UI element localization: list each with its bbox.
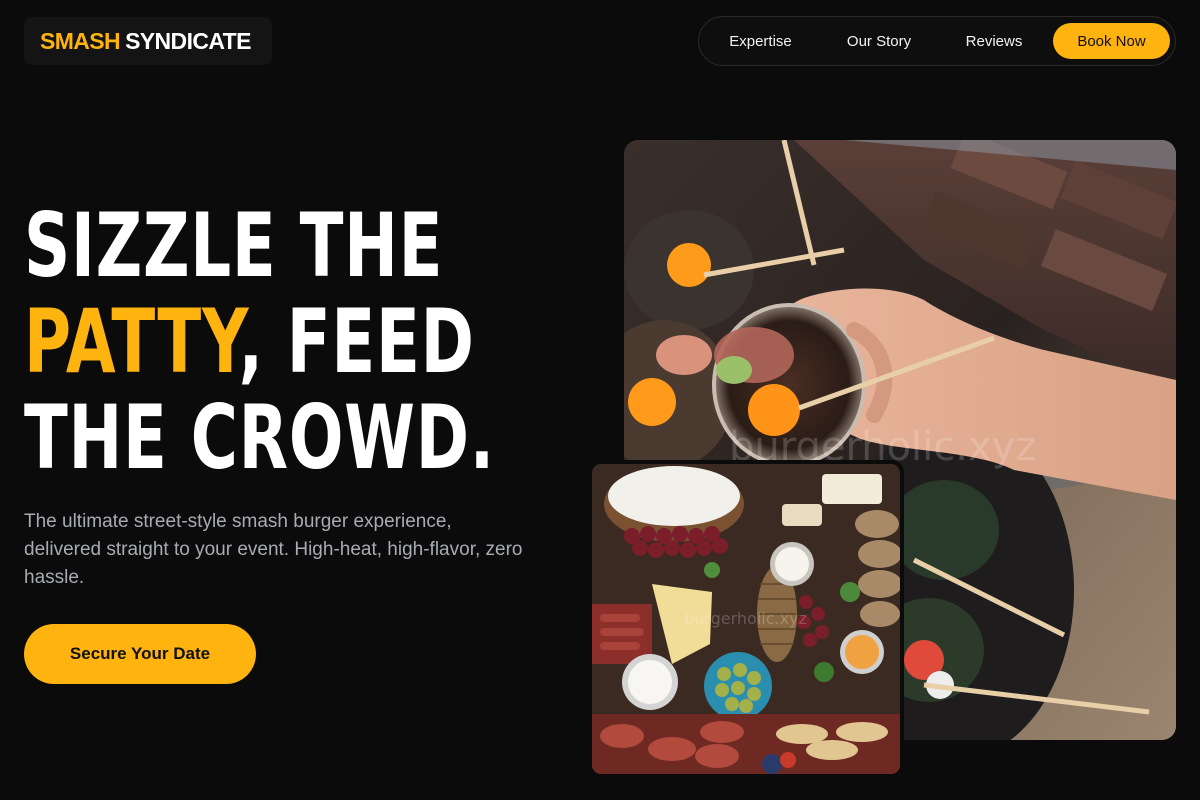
- main-nav: Expertise Our Story Reviews Book Now: [698, 16, 1176, 66]
- photo-charcuterie-board-icon: burgerholic.xyz: [592, 464, 900, 774]
- brand-name-main: SYNDICATE: [125, 27, 251, 54]
- hero-headline: SIZZLE THE PATTY, FEED THE CROWD.: [24, 198, 495, 486]
- brand-logo[interactable]: SMASH SYNDICATE: [24, 17, 272, 65]
- headline-line-2: PATTY, FEED: [24, 294, 495, 390]
- headline-line-1: SIZZLE THE: [24, 194, 444, 297]
- brand-name-accent: SMASH: [40, 27, 121, 54]
- hero-subtext: The ultimate street-style smash burger e…: [24, 511, 523, 588]
- headline-line-2-rest: , FEED: [238, 290, 475, 393]
- nav-link-reviews[interactable]: Reviews: [958, 17, 1030, 65]
- headline-line-3: THE CROWD.: [24, 386, 495, 489]
- headline-accent-word: PATTY: [24, 290, 239, 393]
- secondary-photo-watermark: burgerholic.xyz: [684, 609, 807, 628]
- secure-date-button[interactable]: Secure Your Date: [24, 624, 256, 684]
- book-now-button[interactable]: Book Now: [1053, 23, 1170, 59]
- hero-photo-secondary: burgerholic.xyz: [588, 460, 904, 778]
- nav-link-expertise[interactable]: Expertise: [723, 17, 798, 65]
- nav-link-our-story[interactable]: Our Story: [841, 17, 917, 65]
